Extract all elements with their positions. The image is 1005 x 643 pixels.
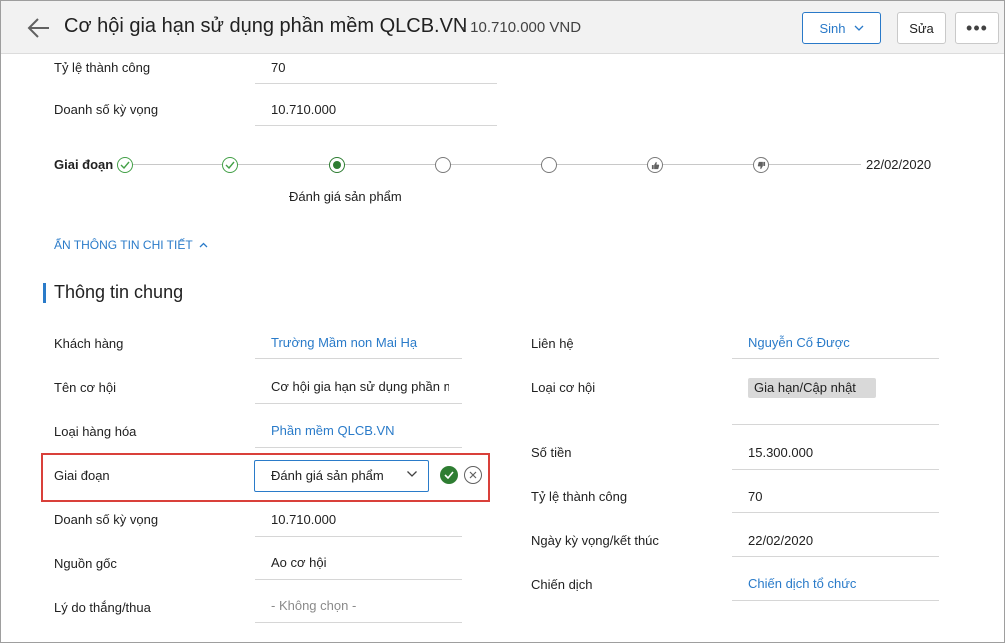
page-title: Cơ hội gia hạn sử dụng phần mềm QLCB.VN — [64, 15, 468, 37]
window-frame — [0, 0, 1005, 643]
chevron-down-icon — [854, 25, 863, 31]
stage-select-value: Đánh giá sản phẩm — [271, 468, 384, 483]
stage-node-lost[interactable] — [753, 157, 769, 173]
expected-sales-label-top: Doanh số kỳ vọng — [54, 102, 159, 117]
divider — [732, 556, 939, 557]
expected-date-value[interactable]: 22/02/2020 — [748, 533, 813, 548]
check-icon — [120, 161, 130, 169]
win-loss-reason-label: Lý do thắng/thua — [54, 600, 151, 615]
page-header: Cơ hội gia hạn sử dụng phần mềm QLCB.VN … — [1, 1, 1004, 54]
win-loss-reason-value[interactable]: - Không chọn - — [271, 598, 356, 613]
amount-value[interactable]: 15.300.000 — [748, 445, 813, 460]
divider — [732, 424, 939, 425]
more-button[interactable]: ••• — [955, 12, 999, 44]
cancel-button[interactable] — [464, 466, 482, 484]
stage-node-4[interactable] — [435, 157, 451, 173]
campaign-label: Chiến dịch — [531, 577, 593, 592]
thumbs-down-icon — [757, 161, 765, 169]
check-icon — [225, 161, 235, 169]
chevron-up-icon — [199, 242, 208, 248]
divider — [255, 125, 497, 126]
stage-node-1[interactable] — [117, 157, 133, 173]
stage-end-date: 22/02/2020 — [866, 157, 932, 172]
toggle-details-link[interactable]: ẨN THÔNG TIN CHI TIẾT — [54, 238, 208, 252]
success-rate-label: Tỷ lệ thành công — [531, 489, 628, 504]
section-accent-bar — [43, 283, 46, 303]
contact-label: Liên hệ — [531, 336, 574, 351]
divider — [255, 358, 462, 359]
amount-label: Số tiền — [531, 445, 572, 460]
success-rate-label-top: Tỷ lệ thành công — [54, 60, 151, 75]
stage-node-5[interactable] — [541, 157, 557, 173]
divider — [255, 622, 462, 623]
arrow-left-icon — [27, 18, 49, 38]
success-rate-value[interactable]: 70 — [748, 489, 762, 504]
back-button[interactable] — [25, 14, 53, 42]
divider — [255, 536, 462, 537]
close-circle-icon — [469, 471, 477, 479]
source-label: Nguồn gốc — [54, 556, 117, 571]
divider — [732, 600, 939, 601]
divider — [732, 512, 939, 513]
stage-node-won[interactable] — [647, 157, 663, 173]
stage-node-current[interactable] — [329, 157, 345, 173]
campaign-link[interactable]: Chiến dịch tổ chức — [748, 576, 856, 591]
check-circle-icon — [444, 471, 454, 479]
toggle-details-label: ẨN THÔNG TIN CHI TIẾT — [54, 238, 193, 252]
opportunity-type-chip[interactable]: Gia hạn/Cập nhật — [748, 378, 876, 398]
divider — [255, 403, 462, 404]
divider — [732, 358, 939, 359]
thumbs-up-icon — [651, 161, 659, 169]
stage-bar-label: Giai đoạn — [54, 157, 114, 172]
section-title: Thông tin chung — [54, 282, 184, 302]
customer-label: Khách hàng — [54, 336, 124, 351]
opportunity-name-label: Tên cơ hội — [54, 380, 116, 395]
contact-link[interactable]: Nguyễn Cố Được — [748, 335, 850, 350]
chevron-down-icon — [407, 471, 417, 477]
edit-button[interactable]: Sửa — [897, 12, 946, 44]
divider — [255, 447, 462, 448]
generate-button[interactable]: Sinh — [802, 12, 881, 44]
stage-label: Giai đoạn — [54, 468, 110, 483]
current-stage-name: Đánh giá sản phẩm — [289, 189, 402, 204]
source-value[interactable]: Ao cơ hội — [271, 555, 327, 570]
divider — [255, 83, 497, 84]
generate-button-label: Sinh — [819, 20, 846, 36]
customer-link[interactable]: Trường Mầm non Mai Hạ — [271, 335, 461, 350]
confirm-button[interactable] — [440, 466, 458, 484]
expected-sales-value[interactable]: 10.710.000 — [271, 512, 336, 527]
current-dot-icon — [333, 161, 341, 169]
page-amount: - 10.710.000 VND — [461, 19, 582, 36]
goods-type-label: Loại hàng hóa — [54, 424, 137, 439]
goods-type-link[interactable]: Phần mềm QLCB.VN — [271, 423, 461, 438]
stage-select[interactable]: Đánh giá sản phẩm — [254, 460, 429, 492]
stage-node-2[interactable] — [222, 157, 238, 173]
opportunity-name-value[interactable]: Cơ hội gia hạn sử dụng phần mềm QLCB.VN — [271, 379, 449, 394]
expected-date-label: Ngày kỳ vọng/kết thúc — [531, 533, 659, 548]
success-rate-value-top[interactable]: 70 — [271, 60, 285, 75]
divider — [732, 469, 939, 470]
expected-sales-value-top[interactable]: 10.710.000 — [271, 102, 336, 117]
expected-sales-label: Doanh số kỳ vọng — [54, 512, 159, 527]
opportunity-type-label: Loại cơ hội — [531, 380, 596, 395]
divider — [255, 579, 462, 580]
